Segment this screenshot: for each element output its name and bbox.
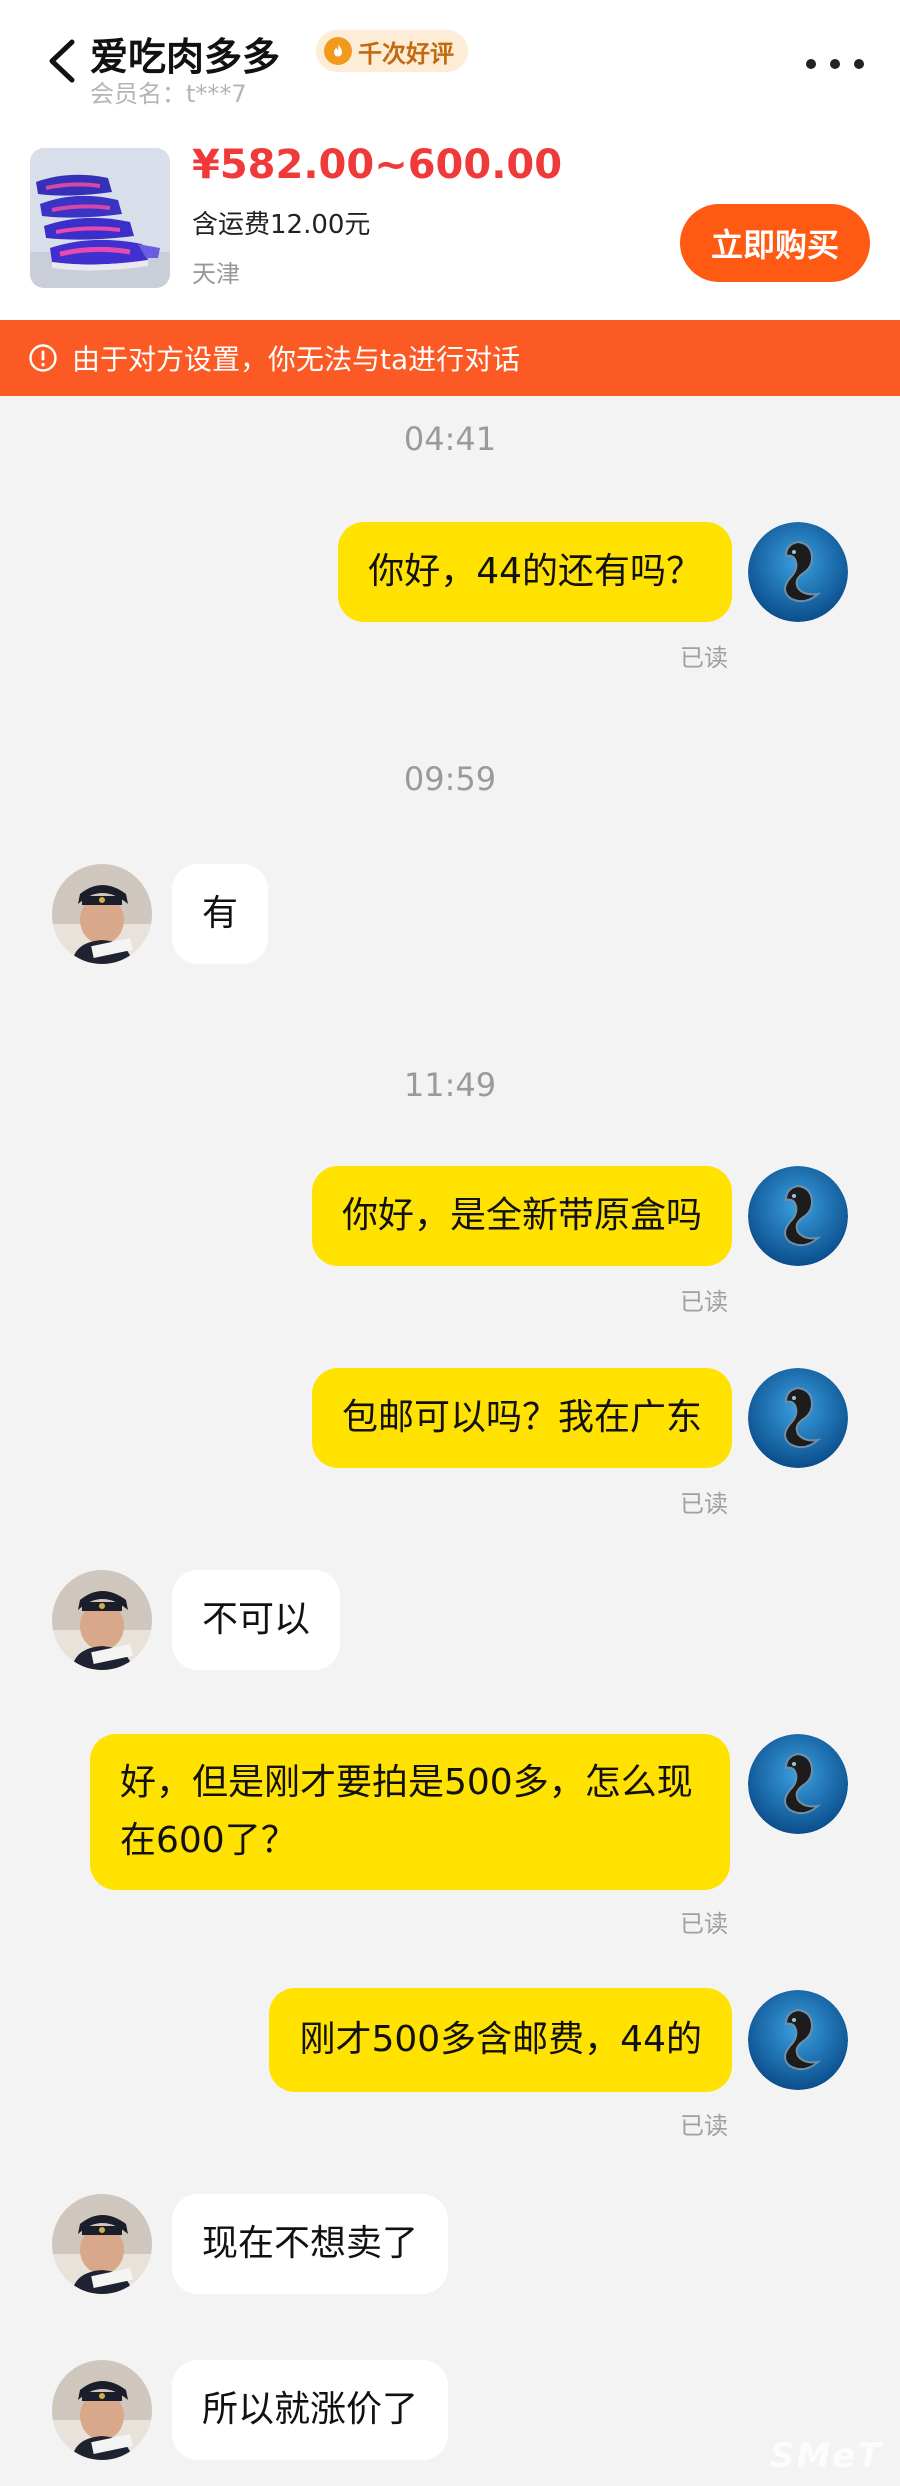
seller-message-bubble[interactable]: 现在不想卖了: [172, 2194, 449, 2294]
cobra-avatar-icon: [748, 1166, 848, 1266]
seller-avatar[interactable]: [52, 2194, 152, 2294]
product-thumbnail[interactable]: [30, 148, 170, 288]
seller-message-bubble[interactable]: 有: [172, 864, 269, 964]
seller-name[interactable]: 爱吃肉多多: [90, 26, 280, 81]
chat-header: 爱吃肉多多 千次好评 会员名：t***7 ¥582.00~600.00 含运费1…: [0, 0, 900, 320]
timestamp: 11:49: [403, 1066, 497, 1104]
read-status: 已读: [680, 2112, 728, 2140]
chevron-left-icon: [49, 39, 75, 83]
read-status: 已读: [680, 1490, 728, 1518]
seller-avatar[interactable]: [52, 2360, 152, 2460]
notice-text: 由于对方设置，你无法与ta进行对话: [72, 343, 521, 376]
dot-icon: [806, 59, 816, 69]
timestamp: 04:41: [403, 420, 497, 458]
seller-message-bubble[interactable]: 不可以: [172, 1570, 341, 1670]
watermark-logo: SMeT: [770, 2436, 883, 2476]
read-status: 已读: [680, 1910, 728, 1938]
rating-badge[interactable]: 千次好评: [316, 30, 468, 72]
dot-icon: [854, 59, 864, 69]
cobra-avatar-icon: [748, 1734, 848, 1834]
member-name: 会员名：t***7: [90, 80, 247, 108]
person-avatar-icon: [52, 864, 152, 964]
cobra-avatar-icon: [748, 1990, 848, 2090]
back-button[interactable]: [38, 34, 92, 88]
product-price: ¥582.00~600.00: [192, 142, 563, 188]
my-avatar[interactable]: [748, 1368, 848, 1468]
shipping-fee: 含运费12.00元: [192, 210, 371, 240]
seller-avatar[interactable]: [52, 1570, 152, 1670]
dot-icon: [830, 59, 840, 69]
cobra-avatar-icon: [748, 522, 848, 622]
my-avatar[interactable]: [748, 1990, 848, 2090]
my-avatar[interactable]: [748, 522, 848, 622]
timestamp: 09:59: [403, 760, 497, 798]
read-status: 已读: [680, 644, 728, 672]
person-avatar-icon: [52, 2194, 152, 2294]
cobra-avatar-icon: [748, 1368, 848, 1468]
sneaker-image: [30, 148, 170, 288]
warning-circle-icon: [28, 343, 58, 373]
seller-message-bubble[interactable]: 所以就涨价了: [172, 2360, 449, 2460]
person-avatar-icon: [52, 1570, 152, 1670]
buy-now-button[interactable]: 立即购买: [680, 204, 870, 282]
flame-icon: [324, 37, 352, 65]
my-avatar[interactable]: [748, 1734, 848, 1834]
my-avatar[interactable]: [748, 1166, 848, 1266]
my-message-bubble[interactable]: 好，但是刚才要拍是500多，怎么现在600了？: [90, 1734, 730, 1890]
my-message-bubble[interactable]: 包邮可以吗？我在广东: [311, 1368, 732, 1468]
badge-label: 千次好评: [358, 39, 454, 68]
my-message-bubble[interactable]: 你好，44的还有吗？: [338, 522, 732, 622]
my-message-bubble[interactable]: 刚才500多含邮费，44的: [269, 1988, 732, 2092]
seller-location: 天津: [192, 260, 240, 288]
seller-avatar[interactable]: [52, 864, 152, 964]
read-status: 已读: [680, 1288, 728, 1316]
person-avatar-icon: [52, 2360, 152, 2460]
more-options-button[interactable]: [806, 44, 864, 84]
my-message-bubble[interactable]: 你好，是全新带原盒吗: [311, 1166, 732, 1266]
notice-banner: 由于对方设置，你无法与ta进行对话: [0, 320, 900, 396]
